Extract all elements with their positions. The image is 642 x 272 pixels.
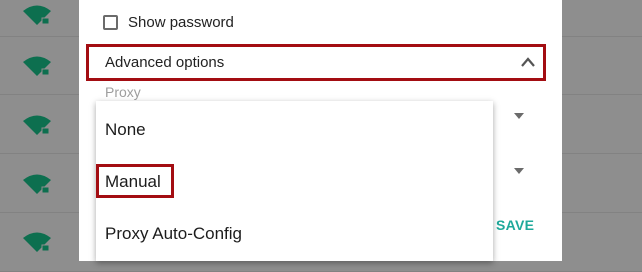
- proxy-dropdown-menu: None Manual Proxy Auto-Config: [96, 101, 493, 261]
- chevron-up-icon: [521, 57, 535, 67]
- show-password-row[interactable]: Show password: [103, 11, 234, 33]
- wifi-locked-icon: [23, 5, 51, 25]
- proxy-label: Proxy: [105, 84, 141, 100]
- advanced-options-toggle[interactable]: Advanced options: [86, 44, 546, 81]
- wifi-locked-icon: [23, 115, 51, 135]
- save-button[interactable]: SAVE: [496, 217, 534, 233]
- wifi-locked-icon: [23, 232, 51, 252]
- proxy-option-manual[interactable]: Manual: [105, 172, 161, 192]
- dropdown-arrow-icon[interactable]: [514, 113, 524, 119]
- proxy-option-auto-config[interactable]: Proxy Auto-Config: [105, 224, 242, 244]
- dropdown-arrow-icon[interactable]: [514, 168, 524, 174]
- wifi-locked-icon: [23, 56, 51, 76]
- wifi-locked-icon: [23, 174, 51, 194]
- proxy-option-none[interactable]: None: [105, 120, 146, 140]
- advanced-options-label: Advanced options: [105, 54, 225, 71]
- show-password-checkbox[interactable]: [103, 14, 118, 30]
- show-password-label: Show password: [128, 13, 234, 31]
